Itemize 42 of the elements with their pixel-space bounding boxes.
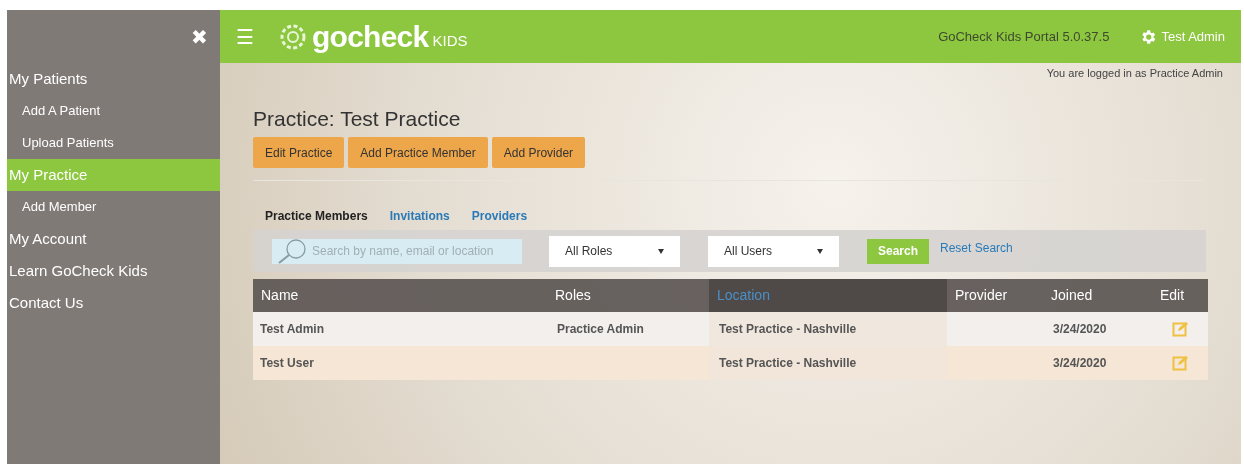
edit-icon	[1172, 321, 1188, 337]
column-header[interactable]: Location	[709, 279, 947, 312]
sidebar-item[interactable]: Learn GoCheck Kids	[7, 255, 220, 287]
close-button[interactable]: ✖	[191, 26, 208, 47]
dropdown[interactable]: All Users	[708, 235, 839, 267]
table-cell-text: 3/24/2020	[1052, 355, 1108, 372]
column-header[interactable]: Roles	[547, 279, 709, 312]
tab[interactable]: Providers	[471, 207, 528, 225]
sidebar-subitem[interactable]: Upload Patients	[7, 127, 220, 159]
column-header[interactable]: Joined	[1043, 279, 1152, 312]
column-header[interactable]: Provider	[947, 279, 1043, 312]
logo: gocheck KIDS	[278, 21, 468, 52]
sidebar-item[interactable]: My Account	[7, 223, 220, 255]
reset-search-link[interactable]: Reset Search	[940, 239, 1013, 257]
action-button[interactable]: Edit Practice	[253, 137, 345, 168]
column-header[interactable]: Name	[253, 279, 547, 312]
sidebar-item[interactable]: My Patients	[7, 63, 220, 95]
table-cell: Test Practice - Nashville	[709, 346, 947, 380]
sidebar-item[interactable]: Contact Us	[7, 287, 220, 319]
tab[interactable]: Invitations	[389, 207, 450, 225]
sidebar-subitem[interactable]: Add Member	[7, 191, 220, 223]
login-status: You are logged in as Practice Admin	[1046, 66, 1223, 81]
edit-icon	[1172, 355, 1188, 371]
search-field[interactable]: Search by name, email or location	[272, 238, 522, 264]
dropdown[interactable]: All Roles	[549, 235, 680, 267]
table-cell: Test Practice - Nashville	[709, 312, 947, 346]
tab[interactable]: Practice Members	[265, 207, 368, 225]
table-cell-text: Test User	[259, 355, 315, 372]
caret-icon	[658, 248, 664, 254]
action-button[interactable]: Add Practice Member	[348, 137, 488, 168]
version-text: GoCheck Kids Portal 5.0.37.5	[938, 27, 1110, 46]
table-cell-text: Test Admin	[259, 321, 325, 338]
table-cell-text: 3/24/2020	[1052, 321, 1108, 338]
edit-button[interactable]	[1172, 321, 1188, 337]
table-cell-text: Practice Admin	[556, 321, 645, 338]
page-title: Practice: Test Practice	[253, 106, 462, 132]
column-header[interactable]: Edit	[1152, 279, 1208, 312]
search-icon	[276, 238, 308, 264]
edit-button[interactable]	[1172, 355, 1188, 371]
action-button[interactable]: Add Provider	[491, 137, 586, 168]
sidebar-subitem[interactable]: Add A Patient	[7, 95, 220, 127]
caret-icon	[817, 248, 823, 254]
